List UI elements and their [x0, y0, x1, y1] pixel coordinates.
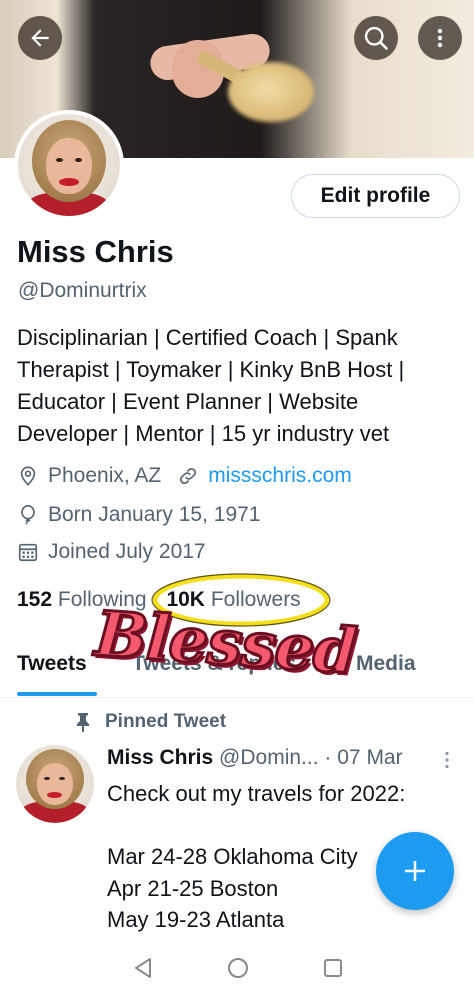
- pin-icon: [77, 713, 89, 732]
- profile-avatar[interactable]: [14, 110, 124, 220]
- tab-tweets[interactable]: Tweets: [17, 652, 87, 676]
- back-button[interactable]: [18, 16, 62, 60]
- edit-profile-button[interactable]: Edit profile: [291, 174, 460, 218]
- profile-joined: Joined July 2017: [48, 540, 206, 563]
- compose-tweet-button[interactable]: [376, 832, 454, 910]
- tweet-avatar-image: [16, 745, 94, 823]
- profile-birthday-row: Born January 15, 1971: [17, 503, 260, 527]
- profile-name: Miss Chris: [17, 234, 174, 269]
- nav-recents-icon[interactable]: [321, 956, 345, 980]
- more-button[interactable]: [418, 16, 462, 60]
- banner-paddle: [228, 62, 314, 122]
- location-pin-icon: [20, 466, 36, 486]
- balloon-icon: [21, 505, 35, 525]
- profile-joined-row: Joined July 2017: [17, 540, 206, 564]
- calendar-icon: [18, 543, 38, 562]
- active-tab-indicator: [17, 692, 97, 696]
- profile-birthday: Born January 15, 1971: [48, 503, 261, 526]
- search-button[interactable]: [354, 16, 398, 60]
- tweet-author-name[interactable]: Miss Chris: [107, 746, 213, 769]
- tweet-header: Miss Chris @Domin... · 07 Mar: [107, 746, 403, 770]
- pinned-label-row: Pinned Tweet: [75, 711, 226, 733]
- more-vertical-icon: [445, 751, 449, 769]
- following-count: 152: [17, 588, 53, 611]
- profile-location: Phoenix, AZ: [48, 464, 162, 487]
- profile-handle: @Dominurtrix: [18, 279, 147, 302]
- plus-icon: [405, 861, 425, 881]
- profile-website-link[interactable]: missschris.com: [208, 464, 352, 488]
- profile-bio: Disciplinarian | Certified Coach | Spank…: [17, 325, 405, 446]
- search-icon: [364, 26, 388, 50]
- tweet-separator: ·: [324, 746, 332, 769]
- nav-back-icon[interactable]: [131, 956, 155, 980]
- tweet-author-handle[interactable]: @Domin...: [219, 746, 319, 769]
- nav-home-icon[interactable]: [226, 956, 250, 980]
- link-icon: [180, 467, 197, 485]
- profile-meta-row: Phoenix, AZ missschris.com: [17, 464, 352, 488]
- tweet-author-avatar[interactable]: [16, 745, 94, 823]
- arrow-left-icon: [31, 29, 49, 47]
- more-vertical-icon: [437, 28, 443, 48]
- system-nav-bar: [0, 940, 474, 1001]
- tweet-more-button[interactable]: [440, 750, 454, 775]
- tab-media[interactable]: Media: [356, 652, 416, 676]
- avatar-image: [18, 114, 120, 216]
- pinned-label: Pinned Tweet: [105, 711, 227, 732]
- tweet-date: 07 Mar: [337, 746, 403, 769]
